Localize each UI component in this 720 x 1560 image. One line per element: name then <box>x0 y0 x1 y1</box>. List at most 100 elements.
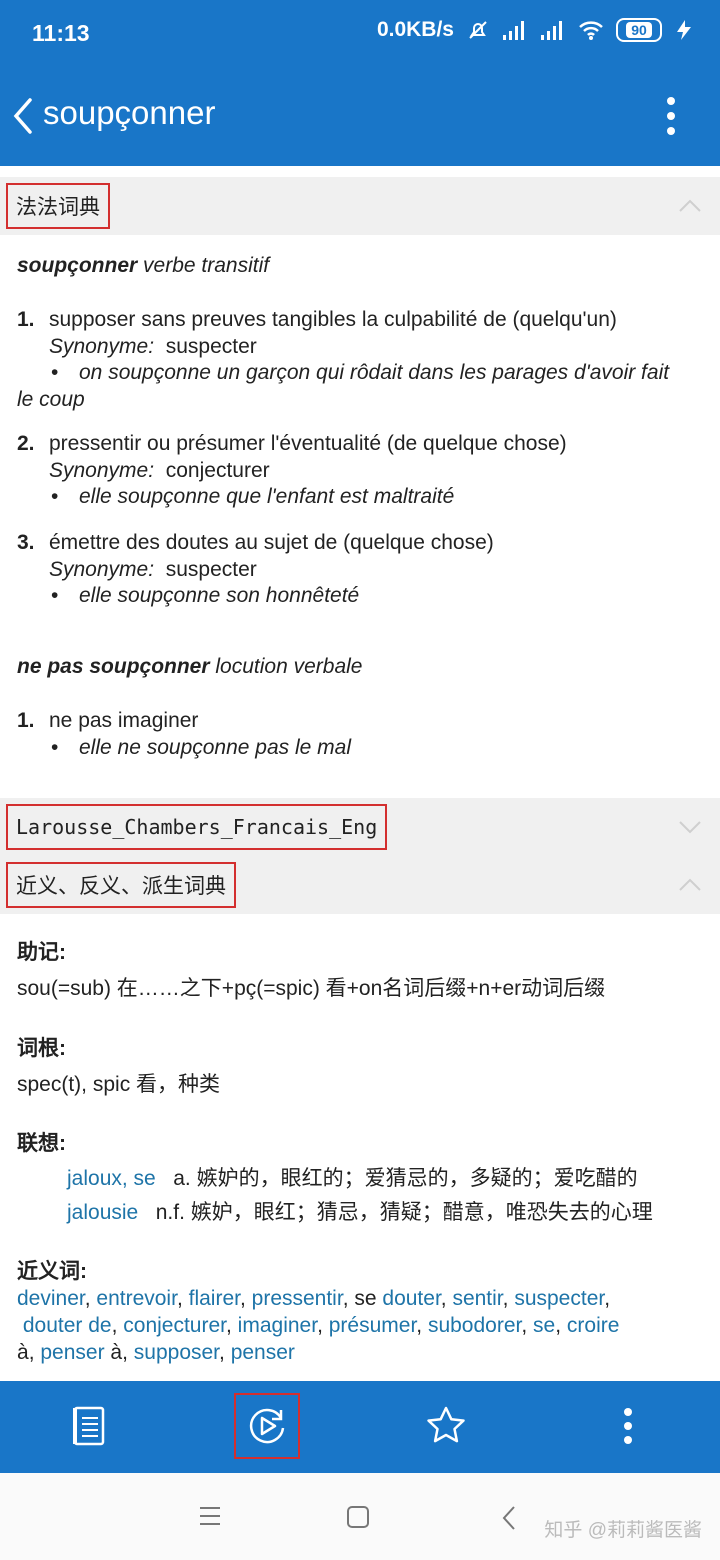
chevron-up-icon[interactable] <box>678 874 702 894</box>
association-item: jalousie n.f. 嫉妒，眼红；猜忌，猜疑；醋意，唯恐失去的心理 <box>67 1196 653 1226</box>
chevron-up-icon[interactable] <box>678 195 702 215</box>
list-icon <box>73 1406 105 1446</box>
synonym-prefix: à <box>17 1340 29 1364</box>
definition: ne pas imaginer <box>49 709 199 732</box>
section-header-fafa[interactable]: 法法词典 <box>0 177 720 235</box>
sense-number: 1. <box>17 308 35 331</box>
association-word-link[interactable]: jaloux, se <box>67 1167 156 1190</box>
more-vertical-icon[interactable] <box>664 96 678 136</box>
home-icon[interactable] <box>346 1505 370 1529</box>
menu-icon[interactable] <box>198 1505 222 1527</box>
synonym-link[interactable]: penser <box>40 1341 104 1364</box>
example-text: on soupçonne un garçon qui rôdait dans l… <box>79 361 670 384</box>
association-item: jaloux, se a. 嫉妒的，眼红的；爱猜忌的，多疑的；爱吃醋的 <box>67 1162 638 1192</box>
section-title: 近义、反义、派生词典 <box>6 862 236 908</box>
example: • elle soupçonne son honnêteté <box>49 583 707 610</box>
replay-button[interactable] <box>234 1393 300 1459</box>
synonyms-list: deviner, entrevoir, flairer, pressentir,… <box>17 1287 620 1364</box>
locution-sense-1: 1. ne pas imaginer • elle ne soupçonne pa… <box>17 708 707 761</box>
chevron-down-icon[interactable] <box>678 816 702 836</box>
synonym-link[interactable]: pressentir <box>252 1287 343 1310</box>
example: • on soupçonne un garçon qui rôdait dans … <box>49 360 707 387</box>
favorite-button[interactable] <box>413 1393 479 1459</box>
definition: émettre des doutes au sujet de (quelque … <box>49 531 494 554</box>
example-text: elle ne soupçonne pas le mal <box>79 735 352 759</box>
section-title: 法法词典 <box>6 183 110 229</box>
example-text-cont: le coup <box>17 387 85 411</box>
example: • elle soupçonne que l'enfant est maltrai… <box>49 484 707 511</box>
locution-phrase: ne pas soupçonner <box>17 655 210 678</box>
sense-number: 1. <box>17 709 35 732</box>
watermark: 知乎 @莉莉酱医酱 <box>544 1520 702 1541</box>
status-bar: 11:13 0.0KB/s 90 <box>0 0 720 66</box>
mnemonic-text: sou(=sub) 在……之下+pç(=spic) 看+on名词后缀+n+er动… <box>17 977 606 1000</box>
sense-3: 3. émettre des doutes au sujet de (quelq… <box>17 530 707 610</box>
section-header-derivation[interactable]: 近义、反义、派生词典 <box>0 856 720 914</box>
wifi-icon <box>579 21 603 40</box>
section-title: Larousse_Chambers_Francais_Eng <box>6 804 388 850</box>
synonym-label: Synonyme: <box>49 557 155 581</box>
synonym-link[interactable]: conjecturer <box>123 1314 226 1337</box>
battery-level: 90 <box>626 22 652 38</box>
association-word-link[interactable]: jalousie <box>67 1201 138 1224</box>
synonyms-label: 近义词: <box>17 1260 87 1283</box>
more-button[interactable] <box>595 1393 661 1459</box>
locution-headword: ne pas soupçonner locution verbale <box>17 655 362 679</box>
synonym-line: Synonyme: suspecter <box>49 334 707 361</box>
association-label: 联想: <box>17 1132 66 1155</box>
signal-roaming-icon <box>541 21 562 40</box>
headword: soupçonner <box>17 254 138 277</box>
section-header-larousse[interactable]: Larousse_Chambers_Francais_Eng <box>0 798 720 856</box>
synonym-link[interactable]: deviner <box>17 1287 85 1310</box>
chevron-left-icon[interactable] <box>8 94 38 138</box>
system-nav-bar: 知乎 @莉莉酱医酱 <box>0 1473 720 1560</box>
synonym-link[interactable]: imaginer <box>238 1314 317 1337</box>
synonym-link[interactable]: penser <box>231 1341 295 1364</box>
synonym-line: Synonyme: conjecturer <box>49 458 707 485</box>
sense-1: 1. supposer sans preuves tangibles la cu… <box>17 307 707 413</box>
sense-number: 3. <box>17 531 35 554</box>
signal-icon <box>503 21 524 40</box>
replay-icon <box>249 1408 285 1444</box>
mute-bell-icon <box>469 21 487 39</box>
example-text: elle soupçonne que l'enfant est maltrait… <box>79 485 455 508</box>
synonym-link[interactable]: sentir <box>452 1287 502 1310</box>
example: • elle ne soupçonne pas le mal <box>49 735 707 762</box>
definition: pressentir ou présumer l'éventualité (de… <box>49 432 567 455</box>
synonym-label: Synonyme: <box>49 458 155 482</box>
status-time: 11:13 <box>32 20 90 46</box>
synonym-link[interactable]: douter <box>382 1287 440 1310</box>
synonym-link[interactable]: douter de <box>23 1314 112 1337</box>
part-of-speech: verbe transitif <box>143 254 270 277</box>
synonym-link[interactable]: entrevoir <box>96 1287 177 1310</box>
synonym-link[interactable]: supposer <box>134 1341 219 1364</box>
synonym-suffix: à <box>110 1340 123 1364</box>
sense-2: 2. pressentir ou présumer l'éventualité … <box>17 431 707 511</box>
star-icon <box>427 1406 465 1443</box>
synonym-link[interactable]: croire <box>567 1314 620 1337</box>
definition: supposer sans preuves tangibles la culpa… <box>49 308 617 331</box>
charging-icon <box>677 20 691 40</box>
entry-headword: soupçonner verbe transitif <box>17 254 269 278</box>
root-label: 词根: <box>17 1037 66 1060</box>
synonym-link[interactable]: suspecter <box>514 1287 604 1310</box>
association-gloss: n.f. 嫉妒，眼红；猜忌，猜疑；醋意，唯恐失去的心理 <box>155 1201 653 1224</box>
synonym-link[interactable]: flairer <box>189 1287 240 1310</box>
back-icon[interactable] <box>500 1505 518 1531</box>
root-text: spec(t), spic 看，种类 <box>17 1073 221 1096</box>
example-text: elle soupçonne son honnêteté <box>79 584 360 607</box>
app-bar: soupçonner <box>0 66 720 166</box>
synonym-line: Synonyme: suspecter <box>49 557 707 584</box>
synonym: suspecter <box>165 557 257 581</box>
synonym-link[interactable]: présumer <box>329 1314 417 1337</box>
sense-number: 2. <box>17 432 35 455</box>
synonym: suspecter <box>165 334 257 358</box>
synonym-link[interactable]: subodorer <box>428 1314 521 1337</box>
bottom-toolbar <box>0 1381 720 1473</box>
synonym-link[interactable]: se <box>533 1314 555 1337</box>
synonym-label: Synonyme: <box>49 334 155 358</box>
battery-icon: 90 <box>616 18 662 42</box>
list-button[interactable] <box>56 1393 122 1459</box>
association-gloss: a. 嫉妒的，眼红的；爱猜忌的，多疑的；爱吃醋的 <box>173 1167 638 1190</box>
more-vertical-icon <box>624 1408 632 1444</box>
